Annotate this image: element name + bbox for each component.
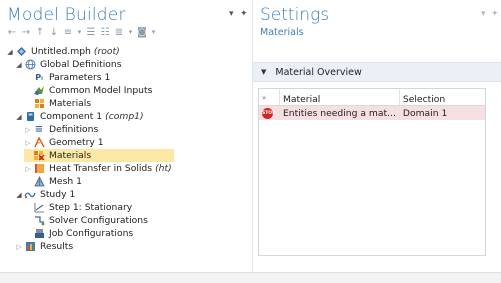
model-builder-toolbar: ← → ↑ ↓ ≡ ▾ ☰ ☷ ≣ ▾ ◙ ▾ [6, 25, 157, 39]
materials-warning-icon [33, 150, 45, 161]
arrow-right-icon[interactable]: → [20, 26, 32, 38]
tree-tag: (ht) [155, 163, 172, 174]
tree-label: Definitions [49, 124, 99, 135]
study-icon [24, 189, 36, 200]
sort-icon[interactable]: ≣ [113, 26, 125, 38]
tree-node-solver[interactable]: Solver Configurations [24, 214, 148, 227]
heat-transfer-icon [33, 163, 45, 174]
tree-label: Materials [49, 98, 92, 109]
collapsed-arrow-icon[interactable]: ▷ [24, 126, 32, 134]
material-overview-section-header[interactable]: ▼ Material Overview [253, 62, 501, 82]
definitions-icon: ≡ [34, 124, 44, 135]
tree-node-mesh[interactable]: Mesh 1 [24, 175, 82, 188]
geometry-icon [33, 137, 45, 148]
panel-menu-chevron-icon[interactable]: ▾ [229, 9, 234, 19]
show-options-icon[interactable]: ≡ [62, 26, 74, 38]
pin-icon[interactable]: ✦ [240, 9, 248, 19]
tree-node-heat-transfer[interactable]: ▷ Heat Transfer in Solids (ht) [24, 162, 172, 175]
expand-all-icon[interactable]: ☰ [85, 26, 97, 38]
settings-panel: Settings ▾ ✦ Materials ▼ Material Overvi… [253, 0, 501, 272]
solver-icon [33, 215, 45, 226]
selection-cell: Domain 1 [399, 105, 485, 120]
material-overview-table: » Material Selection STOP Entities needi… [258, 88, 486, 256]
pin-icon[interactable]: ✦ [491, 9, 499, 19]
icon-column-header[interactable]: » [259, 89, 280, 106]
tree-label: Materials [49, 150, 92, 161]
tree-node-common-inputs[interactable]: Common Model Inputs [24, 84, 152, 97]
tree-label: Geometry 1 [49, 137, 104, 148]
tree-node-global-definitions[interactable]: ◢ Global Definitions [15, 58, 122, 71]
common-inputs-icon [33, 85, 45, 96]
camera-icon[interactable]: ◙ [136, 26, 148, 38]
mesh-icon [33, 176, 45, 187]
tree-node-root[interactable]: ◢ Untitled.mph (root) [6, 45, 120, 58]
tree-node-job[interactable]: Job Configurations [24, 227, 133, 240]
show-options-dropdown-icon[interactable]: ▾ [76, 26, 83, 38]
expanded-arrow-icon[interactable]: ◢ [6, 48, 14, 56]
collapsed-arrow-icon[interactable]: ▷ [24, 139, 32, 147]
component-icon [24, 111, 36, 122]
materials-icon [33, 98, 45, 109]
status-bar [0, 272, 501, 283]
globe-icon [24, 59, 36, 70]
tree-node-results[interactable]: ▷ Results [15, 240, 73, 253]
tree-label: Study 1 [40, 189, 76, 200]
collapsed-arrow-icon[interactable]: ▷ [24, 165, 32, 173]
comsol-window: Model Builder ▾ ✦ ← → ↑ ↓ ≡ ▾ ☰ ☷ ≣ ▾ ◙ … [0, 0, 501, 283]
arrow-left-icon[interactable]: ← [6, 26, 18, 38]
tree-label: Job Configurations [49, 228, 134, 239]
model-builder-panel: Model Builder ▾ ✦ ← → ↑ ↓ ≡ ▾ ☰ ☷ ≣ ▾ ◙ … [0, 0, 253, 272]
table-row[interactable]: STOP Entities needing a mat... Domain 1 [259, 105, 485, 120]
parameters-icon: Pi [35, 73, 43, 82]
stationary-step-icon [33, 202, 45, 213]
tree-node-component[interactable]: ◢ Component 1 (comp1) [15, 110, 144, 123]
sort-dropdown-icon[interactable]: ▾ [127, 26, 134, 38]
tree-label: Component 1 [40, 111, 103, 122]
tree-label: Mesh 1 [49, 176, 82, 187]
tree-node-parameters[interactable]: Pi Parameters 1 [24, 71, 110, 84]
tree-label: Common Model Inputs [49, 85, 153, 96]
tree-label: Global Definitions [40, 59, 122, 70]
tree-label: Results [40, 241, 74, 252]
settings-subtitle: Materials [260, 27, 304, 38]
expanded-arrow-icon[interactable]: ◢ [15, 61, 23, 69]
panel-menu-chevron-icon[interactable]: ▾ [481, 9, 486, 19]
tree-label: Untitled.mph [31, 46, 91, 57]
expanded-arrow-icon[interactable]: ◢ [15, 113, 23, 121]
tree-node-materials[interactable]: Materials [24, 149, 174, 162]
tree-label: Parameters 1 [49, 72, 111, 83]
tree-label: Heat Transfer in Solids [49, 163, 153, 174]
collapsed-arrow-icon[interactable]: ▷ [15, 243, 23, 251]
settings-title: Settings [260, 5, 330, 25]
arrow-up-icon[interactable]: ↑ [34, 26, 46, 38]
tree-node-step[interactable]: Step 1: Stationary [24, 201, 132, 214]
column-resize-icon: » [262, 94, 267, 102]
selection-column-header[interactable]: Selection [399, 89, 485, 106]
expanded-arrow-icon[interactable]: ◢ [15, 191, 23, 199]
tree-label: Solver Configurations [49, 215, 148, 226]
material-column-header[interactable]: Material [279, 89, 400, 106]
material-cell: Entities needing a mat... [279, 105, 400, 120]
section-title: Material Overview [275, 66, 362, 78]
model-builder-title: Model Builder [7, 5, 126, 25]
stop-icon: STOP [262, 107, 275, 119]
tree-node-study[interactable]: ◢ Study 1 [15, 188, 75, 201]
comsol-root-icon [15, 46, 27, 57]
tree-node-definitions[interactable]: ▷ ≡ Definitions [24, 123, 98, 136]
section-collapse-icon[interactable]: ▼ [261, 68, 266, 76]
tree-tag: (comp1) [105, 111, 144, 122]
tree-tag: (root) [93, 46, 120, 57]
camera-dropdown-icon[interactable]: ▾ [150, 26, 157, 38]
tree-node-global-materials[interactable]: Materials [24, 97, 91, 110]
tree-node-geometry[interactable]: ▷ Geometry 1 [24, 136, 104, 149]
tree-label: Step 1: Stationary [49, 202, 133, 213]
arrow-down-icon[interactable]: ↓ [48, 26, 60, 38]
table-header-row: » Material Selection [259, 89, 485, 106]
job-configurations-icon [33, 228, 45, 239]
results-icon [24, 241, 36, 252]
collapse-all-icon[interactable]: ☷ [99, 26, 111, 38]
